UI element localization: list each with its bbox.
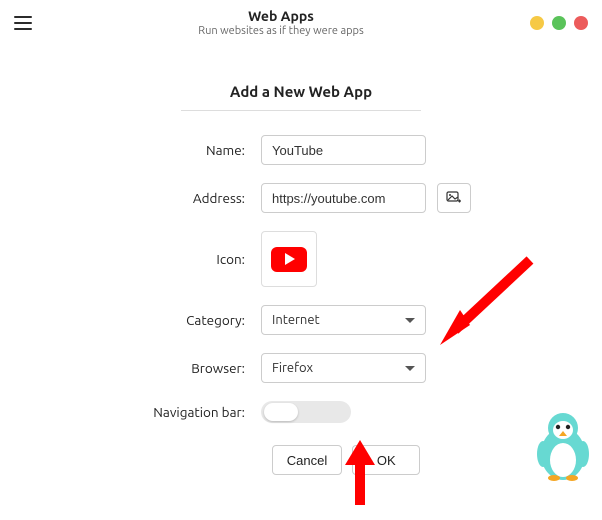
toggle-knob — [264, 403, 298, 421]
dialog-content: Add a New Web App Name: Address: Icon: C… — [0, 43, 602, 475]
dialog-title: Add a New Web App — [230, 83, 372, 100]
category-select[interactable]: Internet — [261, 305, 426, 335]
chevron-down-icon — [405, 366, 415, 371]
dialog-buttons: Cancel OK — [261, 445, 431, 475]
fetch-favicon-button[interactable] — [437, 183, 471, 213]
name-label: Name: — [131, 142, 261, 158]
icon-picker-button[interactable] — [261, 231, 317, 287]
category-value: Internet — [272, 313, 405, 327]
cancel-button[interactable]: Cancel — [272, 445, 342, 475]
maximize-button[interactable] — [552, 16, 566, 30]
chevron-down-icon — [405, 318, 415, 323]
navbar-label: Navigation bar: — [131, 404, 261, 420]
browser-select[interactable]: Firefox — [261, 353, 426, 383]
icon-label: Icon: — [131, 251, 261, 267]
ok-button[interactable]: OK — [352, 445, 420, 475]
titlebar: Web Apps Run websites as if they were ap… — [0, 0, 602, 43]
favicon-fetch-icon — [445, 189, 463, 207]
category-label: Category: — [131, 312, 261, 328]
window-controls — [530, 16, 588, 30]
browser-label: Browser: — [131, 360, 261, 376]
minimize-button[interactable] — [530, 16, 544, 30]
menu-button[interactable] — [14, 16, 32, 30]
app-subtitle: Run websites as if they were apps — [32, 25, 530, 37]
close-button[interactable] — [574, 16, 588, 30]
youtube-icon — [271, 247, 307, 272]
address-input[interactable] — [261, 183, 426, 213]
penguin-mascot — [534, 410, 592, 482]
title-block: Web Apps Run websites as if they were ap… — [32, 8, 530, 37]
app-title: Web Apps — [32, 8, 530, 24]
browser-value: Firefox — [272, 361, 405, 375]
name-input[interactable] — [261, 135, 426, 165]
divider — [181, 110, 421, 111]
form: Name: Address: Icon: Category: Internet — [131, 135, 471, 475]
address-label: Address: — [131, 190, 261, 206]
navbar-toggle[interactable] — [261, 401, 351, 423]
